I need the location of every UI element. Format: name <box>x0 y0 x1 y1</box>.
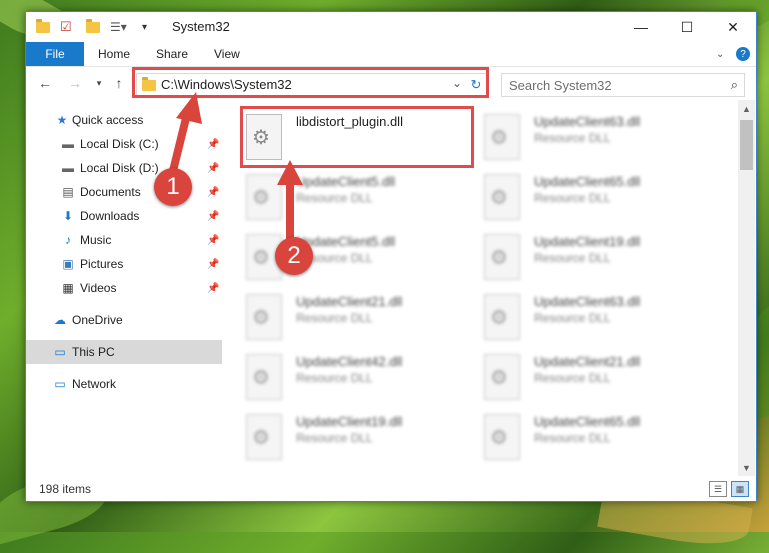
callout-badge-one: 1 <box>154 168 192 206</box>
callout-arrows <box>168 92 303 247</box>
arrow-two-head <box>277 160 303 185</box>
arrow-one-head <box>176 92 202 124</box>
callout-badge-two: 2 <box>275 237 313 275</box>
